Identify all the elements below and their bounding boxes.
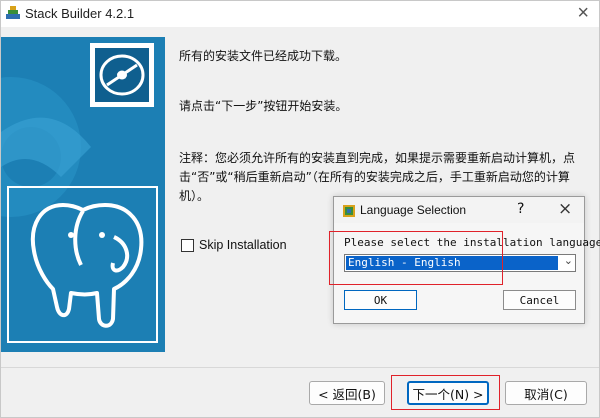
banner-graphic <box>1 43 158 343</box>
language-icon <box>343 205 355 217</box>
skip-installation-label: Skip Installation <box>199 238 287 252</box>
back-button[interactable]: < 返回(B) <box>309 381 385 405</box>
cancel-button[interactable]: 取消(C) <box>505 381 587 405</box>
disc-icon <box>90 43 154 107</box>
dialog-title: Language Selection <box>360 203 467 217</box>
download-complete-text: 所有的安装文件已经成功下载。 <box>179 49 348 63</box>
footer-divider <box>1 367 599 368</box>
dialog-close-icon[interactable]: × <box>558 199 572 219</box>
language-select-highlight <box>329 231 503 285</box>
stack-builder-window: Stack Builder 4.2.1 × 所有的安装文件已经成功下载。 请点击… <box>0 0 600 418</box>
click-next-text: 请点击“下一步”按钮开始安装。 <box>179 99 348 113</box>
chevron-down-icon[interactable]: ⌄ <box>564 254 573 267</box>
skip-installation-checkbox-row[interactable]: Skip Installation <box>181 238 287 252</box>
next-button-highlight <box>391 375 500 410</box>
stack-builder-app-icon <box>6 6 20 19</box>
help-icon[interactable]: ? <box>517 201 524 217</box>
dialog-cancel-button[interactable]: Cancel <box>503 290 576 310</box>
window-title: Stack Builder 4.2.1 <box>25 6 135 21</box>
ok-button[interactable]: OK <box>344 290 417 310</box>
title-bar: Stack Builder 4.2.1 × <box>1 1 599 27</box>
skip-installation-checkbox[interactable] <box>181 238 194 252</box>
close-icon[interactable]: × <box>577 2 589 25</box>
banner-panel <box>1 37 165 352</box>
dialog-title-bar: Language Selection ? × <box>334 197 584 223</box>
